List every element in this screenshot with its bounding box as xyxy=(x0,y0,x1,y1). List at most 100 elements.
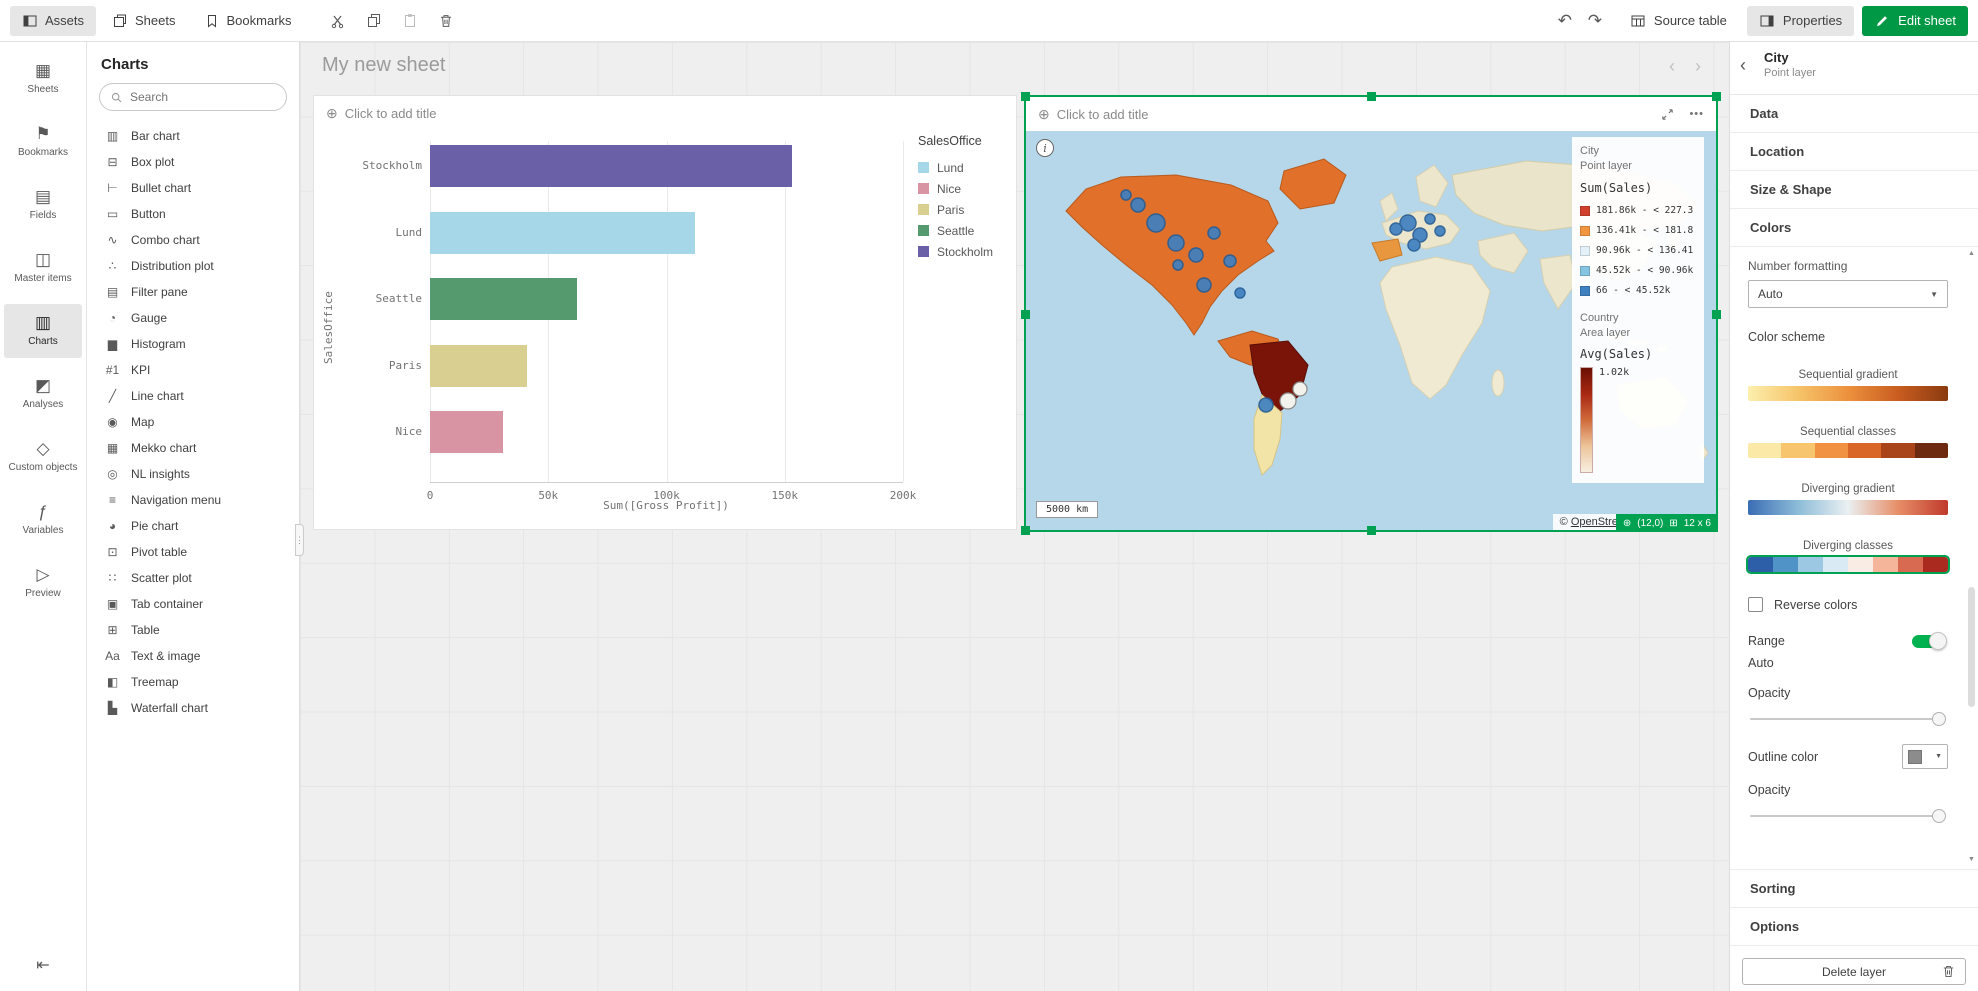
chart-type-box-plot[interactable]: ⊟Box plot xyxy=(87,149,299,175)
legend-entry-stockholm[interactable]: Stockholm xyxy=(918,241,993,262)
rail-item-master-items[interactable]: ◫Master items xyxy=(4,241,82,295)
redo-button[interactable]: ↷ xyxy=(1580,6,1610,36)
charts-search-box[interactable] xyxy=(99,83,287,111)
rail-item-analyses[interactable]: ◩Analyses xyxy=(4,367,82,421)
chart-type-bar-chart[interactable]: ▥Bar chart xyxy=(87,123,299,149)
map-viewport[interactable]: i City Point layer Sum(Sales) 181.86k - … xyxy=(1026,131,1716,530)
color-scheme-swatch-sequential-gradient[interactable] xyxy=(1748,386,1948,401)
section-sorting[interactable]: Sorting xyxy=(1730,870,1978,908)
chart-type-waterfall-chart[interactable]: ▙Waterfall chart xyxy=(87,695,299,721)
bar-chart-object[interactable]: ⊕ Click to add title SalesOffice Sum([Gr… xyxy=(313,95,1017,530)
chart-type-combo-chart[interactable]: ∿Combo chart xyxy=(87,227,299,253)
rail-item-custom-objects[interactable]: ◇Custom objects xyxy=(4,430,82,484)
chart-type-bullet-chart[interactable]: ⊢Bullet chart xyxy=(87,175,299,201)
chart-type-line-chart[interactable]: ╱Line chart xyxy=(87,383,299,409)
chart-type-pie-chart[interactable]: ◕Pie chart xyxy=(87,513,299,539)
panel-resize-handle[interactable]: ⋮ xyxy=(295,524,304,556)
bar-stockholm[interactable] xyxy=(430,145,792,187)
range-toggle[interactable] xyxy=(1912,635,1944,648)
slider-thumb[interactable] xyxy=(1932,712,1946,726)
delete-layer-button[interactable]: Delete layer xyxy=(1742,958,1966,985)
legend-entry-lund[interactable]: Lund xyxy=(918,157,993,178)
chart-type-filter-pane[interactable]: ▤Filter pane xyxy=(87,279,299,305)
resize-handle-nw[interactable] xyxy=(1021,92,1030,101)
resize-handle-e[interactable] xyxy=(1712,310,1721,319)
undo-button[interactable]: ↶ xyxy=(1550,6,1580,36)
fullscreen-icon[interactable] xyxy=(1660,107,1675,122)
slider-thumb[interactable] xyxy=(1932,809,1946,823)
next-sheet-button[interactable]: › xyxy=(1695,56,1701,77)
resize-handle-n[interactable] xyxy=(1367,92,1376,101)
resize-handle-sw[interactable] xyxy=(1021,526,1030,535)
bar-seattle[interactable] xyxy=(430,278,577,320)
bar-lund[interactable] xyxy=(430,212,695,254)
map-chart-title-placeholder[interactable]: Click to add title xyxy=(1057,107,1149,122)
color-scheme-swatch-diverging-classes[interactable] xyxy=(1748,557,1948,572)
toolbar-tab-assets[interactable]: Assets xyxy=(10,6,96,36)
map-info-button[interactable]: i xyxy=(1036,139,1054,157)
resize-handle-s[interactable] xyxy=(1367,526,1376,535)
bar-paris[interactable] xyxy=(430,345,527,387)
rail-item-sheets[interactable]: ▦Sheets xyxy=(4,52,82,106)
chart-type-histogram[interactable]: ▆Histogram xyxy=(87,331,299,357)
more-options-icon[interactable]: ••• xyxy=(1689,108,1704,120)
color-scheme-swatch-sequential-classes[interactable] xyxy=(1748,443,1948,458)
outline-opacity-slider[interactable] xyxy=(1750,809,1946,823)
toolbar-tab-bookmarks[interactable]: Bookmarks xyxy=(192,6,304,36)
chart-type-label: Bullet chart xyxy=(131,181,191,195)
chart-type-scatter-plot[interactable]: ∷Scatter plot xyxy=(87,565,299,591)
chart-type-table[interactable]: ⊞Table xyxy=(87,617,299,643)
properties-button[interactable]: Properties xyxy=(1747,6,1854,36)
delete-button[interactable] xyxy=(432,7,460,35)
section-colors[interactable]: Colors xyxy=(1730,209,1978,247)
map-chart-object[interactable]: ⊕ Click to add title ••• xyxy=(1024,95,1718,532)
legend-entry-nice[interactable]: Nice xyxy=(918,178,993,199)
rail-item-variables[interactable]: ƒVariables xyxy=(4,493,82,547)
number-formatting-select[interactable]: Auto ▼ xyxy=(1748,280,1948,308)
color-scheme-swatch-diverging-gradient[interactable] xyxy=(1748,500,1948,515)
edit-sheet-button[interactable]: Edit sheet xyxy=(1862,6,1968,36)
chart-type-button[interactable]: ▭Button xyxy=(87,201,299,227)
rail-item-bookmarks[interactable]: ⚑Bookmarks xyxy=(4,115,82,169)
chart-type-text-image[interactable]: AaText & image xyxy=(87,643,299,669)
chart-type-treemap[interactable]: ◧Treemap xyxy=(87,669,299,695)
outline-color-dropdown[interactable]: ▼ xyxy=(1902,744,1948,769)
prev-sheet-button[interactable]: ‹ xyxy=(1669,56,1675,77)
rail-item-fields[interactable]: ▤Fields xyxy=(4,178,82,232)
chart-type-tab-container[interactable]: ▣Tab container xyxy=(87,591,299,617)
chart-type-map[interactable]: ◉Map xyxy=(87,409,299,435)
chart-type-gauge[interactable]: ◔Gauge xyxy=(87,305,299,331)
legend-entry-paris[interactable]: Paris xyxy=(918,199,993,220)
scroll-up-icon[interactable]: ▲ xyxy=(1968,249,1975,259)
source-table-button[interactable]: Source table xyxy=(1618,6,1739,36)
back-button[interactable]: ‹ xyxy=(1740,55,1746,76)
collapse-rail-button[interactable]: ⇤ xyxy=(36,955,49,975)
chart-type-distribution-plot[interactable]: ∴Distribution plot xyxy=(87,253,299,279)
section-data[interactable]: Data xyxy=(1730,95,1978,133)
chart-type-pivot-table[interactable]: ⊡Pivot table xyxy=(87,539,299,565)
chart-type-navigation-menu[interactable]: ≡Navigation menu xyxy=(87,487,299,513)
scrollbar-track[interactable] xyxy=(1968,259,1975,855)
scrollbar-thumb[interactable] xyxy=(1968,587,1975,707)
cut-button[interactable] xyxy=(324,7,352,35)
scroll-down-icon[interactable]: ▼ xyxy=(1968,855,1975,865)
chart-type-nl-insights[interactable]: ◎NL insights xyxy=(87,461,299,487)
toolbar-tab-sheets[interactable]: Sheets xyxy=(100,6,187,36)
section-options[interactable]: Options xyxy=(1730,908,1978,946)
section-location[interactable]: Location xyxy=(1730,133,1978,171)
section-size-shape[interactable]: Size & Shape xyxy=(1730,171,1978,209)
resize-handle-w[interactable] xyxy=(1021,310,1030,319)
chart-type-kpi[interactable]: #1KPI xyxy=(87,357,299,383)
rail-item-charts[interactable]: ▥Charts xyxy=(4,304,82,358)
legend-entry-seattle[interactable]: Seattle xyxy=(918,220,993,241)
opacity-slider[interactable] xyxy=(1750,712,1946,726)
reverse-colors-checkbox[interactable] xyxy=(1748,597,1763,612)
search-input[interactable] xyxy=(130,90,275,104)
properties-scrollbar[interactable]: ▲ ▼ xyxy=(1966,249,1977,865)
chart-type-mekko-chart[interactable]: ▦Mekko chart xyxy=(87,435,299,461)
bar-nice[interactable] xyxy=(430,411,503,453)
copy-button[interactable] xyxy=(360,7,388,35)
resize-handle-ne[interactable] xyxy=(1712,92,1721,101)
rail-item-preview[interactable]: ▷Preview xyxy=(4,556,82,610)
sheet-canvas[interactable]: My new sheet ‹ › ⊕ Click to add title Sa… xyxy=(300,42,1729,991)
